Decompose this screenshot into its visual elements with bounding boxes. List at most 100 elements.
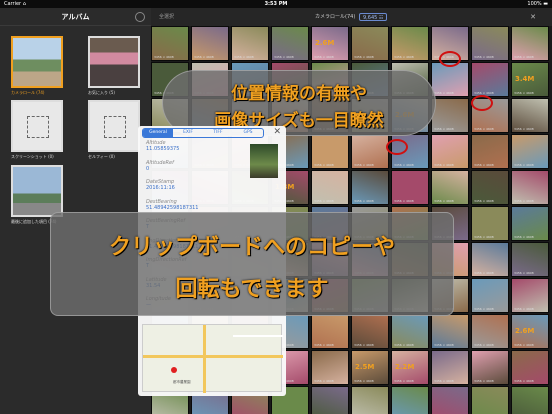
album-camera-roll[interactable]: カメラロール (74) [11, 36, 63, 96]
photo-thumbnail[interactable]: 3456 × 4608 [351, 386, 389, 414]
photo-thumbnail[interactable]: 3456 × 4608 [511, 350, 549, 385]
photo-thumbnail[interactable]: 3456 × 4608 [231, 26, 269, 61]
image-size-label: 3456 × 4608 [514, 271, 534, 275]
photo-thumbnail[interactable]: 3456 × 4608 [391, 170, 429, 205]
close-icon[interactable]: ✕ [273, 127, 281, 137]
photo-thumbnail[interactable]: 3456 × 4608 [511, 98, 549, 133]
photo-thumbnail[interactable]: 3456 × 4608 2.5M [351, 350, 389, 385]
metadata-field[interactable]: DateStamp 2016:11:16 [146, 179, 175, 191]
photo-thumbnail[interactable]: 3456 × 4608 [471, 134, 509, 169]
photo-thumbnail[interactable]: 3456 × 4608 [511, 170, 549, 205]
photo-thumbnail[interactable]: 3456 × 4608 [311, 314, 349, 349]
tab-general[interactable]: General [143, 129, 173, 137]
metadata-field[interactable]: AltitudeRef 0 [146, 160, 174, 172]
album-label: セルフィー (0) [88, 154, 115, 159]
image-size-label: 3456 × 4608 [434, 127, 454, 131]
photo-thumbnail[interactable]: 3456 × 4608 [271, 26, 309, 61]
album-label: スクリーンショット (0) [11, 154, 54, 159]
photo-thumbnail[interactable]: 3456 × 4608 [431, 62, 469, 97]
photo-thumbnail[interactable]: 3456 × 4608 [511, 26, 549, 61]
album-favorites[interactable]: お気に入り (5) [88, 36, 140, 96]
image-size-label: 3456 × 4608 [474, 127, 494, 131]
photo-thumbnail[interactable]: 3456 × 4608 [431, 134, 469, 169]
callout-line: 位置情報の有無や [231, 84, 367, 104]
image-size-label: 3456 × 4608 [394, 163, 414, 167]
photo-thumbnail[interactable]: 3456 × 4608 [191, 26, 229, 61]
image-size-label: 3456 × 4608 [394, 199, 414, 203]
photo-thumbnail[interactable]: 3456 × 4608 [471, 386, 509, 414]
close-icon[interactable]: ✕ [530, 8, 536, 26]
photo-thumbnail[interactable]: 3456 × 4608 [471, 206, 509, 241]
photo-thumbnail[interactable]: 3456 × 4608 [151, 26, 189, 61]
photo-thumbnail[interactable]: 3456 × 4608 [471, 26, 509, 61]
photo-thumbnail[interactable]: 3456 × 4608 [471, 350, 509, 385]
callout-line: 回転もできます [175, 277, 329, 302]
gear-icon[interactable] [135, 12, 145, 22]
photo-thumbnail[interactable]: 3456 × 4608 [391, 26, 429, 61]
photo-thumbnail[interactable]: 3456 × 4608 [351, 170, 389, 205]
file-size-label: 2.6M [515, 327, 535, 335]
file-size-label: 2.6M [315, 39, 335, 47]
map-pin-icon [171, 367, 177, 373]
photo-thumbnail[interactable]: 3456 × 4608 [511, 386, 549, 414]
photo-thumbnail[interactable]: 3456 × 4608 3.4M [511, 62, 549, 97]
photo-thumbnail[interactable]: 3456 × 4608 [431, 314, 469, 349]
select-all-button[interactable]: 全選択 [159, 8, 174, 26]
image-size-label: 3456 × 4608 [514, 235, 534, 239]
photo-thumbnail[interactable]: 3456 × 4608 [391, 314, 429, 349]
image-size-label: 3456 × 4608 [474, 55, 494, 59]
album-label: お気に入り (5) [88, 90, 115, 95]
photo-thumbnail[interactable]: 3456 × 4608 [311, 134, 349, 169]
photo-thumbnail[interactable]: 3456 × 4608 [311, 170, 349, 205]
photo-thumbnail[interactable]: 3456 × 4608 [511, 206, 549, 241]
image-size-label: 3456 × 4608 [514, 91, 534, 95]
photo-thumbnail[interactable]: 3456 × 4608 [431, 170, 469, 205]
photo-thumbnail[interactable]: 3456 × 4608 [471, 62, 509, 97]
image-size-label: 3456 × 4608 [434, 91, 454, 95]
photo-thumbnail[interactable]: 3456 × 4608 [471, 278, 509, 313]
photo-thumbnail[interactable]: 3456 × 4608 [511, 134, 549, 169]
image-size-label: 3456 × 4608 [474, 199, 494, 203]
photo-thumbnail[interactable]: 3456 × 4608 [351, 26, 389, 61]
photo-thumbnail[interactable]: 3456 × 4608 [471, 242, 509, 277]
image-size-label: 3456 × 4608 [474, 379, 494, 383]
photo-thumbnail[interactable]: 3456 × 4608 [431, 350, 469, 385]
photo-thumbnail[interactable]: 3456 × 4608 [431, 386, 469, 414]
album-selfies[interactable]: セルフィー (0) [88, 100, 140, 160]
photo-thumbnail[interactable]: 3456 × 4608 [391, 386, 429, 414]
photo-thumbnail[interactable]: 3456 × 4608 [351, 134, 389, 169]
image-size-label: 3456 × 4608 [314, 55, 334, 59]
photo-thumbnail[interactable]: 3456 × 4608 [311, 386, 349, 414]
metadata-field[interactable]: Altitude 11.05859375 [146, 140, 179, 152]
photo-thumbnail[interactable]: 3456 × 4608 2.2M [391, 350, 429, 385]
photo-thumbnail[interactable]: 3456 × 4608 [431, 98, 469, 133]
photo-thumbnail[interactable]: 3456 × 4608 2.6M [511, 314, 549, 349]
image-size-label: 3456 × 4608 [514, 127, 534, 131]
photo-thumbnail[interactable]: 3456 × 4608 [511, 278, 549, 313]
photo-preview [250, 144, 278, 178]
photo-thumbnail[interactable]: 3456 × 4608 [311, 350, 349, 385]
battery-indicator: 100% ▬ [527, 1, 548, 7]
tab-gps[interactable]: GPS [233, 129, 263, 137]
image-size-label: 3456 × 4608 [514, 307, 534, 311]
image-size-label: 3456 × 4608 [314, 199, 334, 203]
photo-thumbnail[interactable]: 3456 × 4608 2.6M [311, 26, 349, 61]
location-map[interactable]: 都市農業園 [142, 324, 283, 393]
tab-tiff[interactable]: TIFF [203, 129, 233, 137]
image-size-label: 3456 × 4608 [394, 55, 414, 59]
map-place-label: 都市農業園 [173, 380, 191, 384]
tab-exif[interactable]: EXIF [173, 129, 203, 137]
album-sidebar: アルバム カメラロール (74) お気に入り (5) スクリーンショット (0)… [0, 8, 151, 414]
photo-thumbnail[interactable]: 3456 × 4608 [471, 170, 509, 205]
metadata-field[interactable]: DestBearing 51.48942598187311 [146, 199, 199, 211]
photo-thumbnail[interactable]: 3456 × 4608 [471, 314, 509, 349]
empty-album-icon [88, 100, 140, 152]
file-size-label: 3.4M [515, 75, 535, 83]
photo-thumbnail[interactable]: 3456 × 4608 [351, 314, 389, 349]
view-toggle-button[interactable]: 9,645 ☷ [359, 13, 388, 21]
metadata-value: 11.05859375 [146, 146, 180, 152]
album-screenshots[interactable]: スクリーンショット (0) [11, 100, 63, 160]
clock: 3:53 PM [264, 1, 288, 7]
image-size-label: 3456 × 4608 [474, 235, 494, 239]
photo-thumbnail[interactable]: 3456 × 4608 [511, 242, 549, 277]
